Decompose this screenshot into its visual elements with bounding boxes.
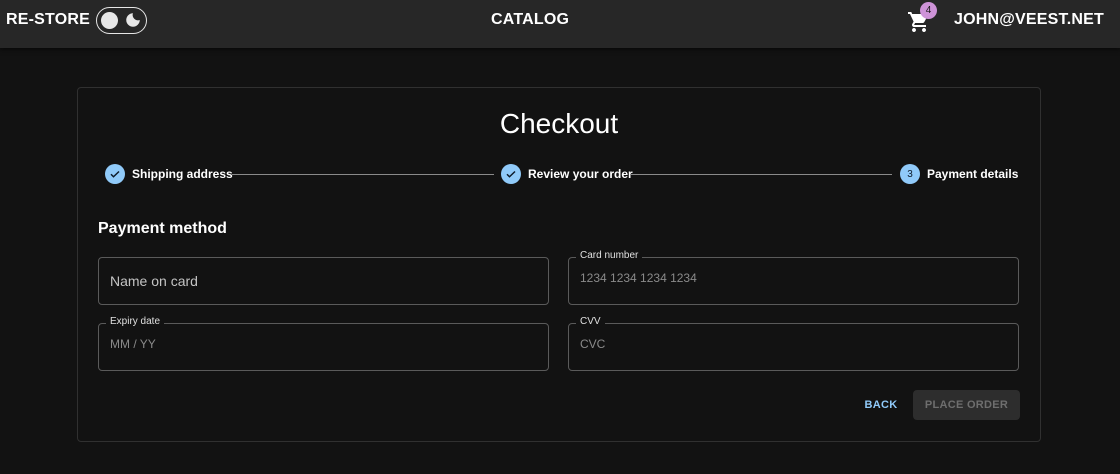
field-placeholder: 1234 1234 1234 1234: [580, 271, 697, 285]
field-label: Card number: [576, 250, 643, 261]
checkout-card: Checkout Shipping address Review your or…: [77, 87, 1041, 442]
field-label: Name on card: [110, 273, 198, 289]
cart-count-badge: 4: [920, 2, 937, 19]
page-title: Checkout: [499, 108, 619, 139]
step-review-order: Review your order: [501, 163, 633, 185]
card-number-field[interactable]: Card number 1234 1234 1234 1234: [568, 250, 1019, 305]
field-label: CVV: [576, 316, 605, 327]
moon-icon: [126, 13, 140, 27]
check-icon: [105, 164, 125, 184]
name-on-card-field[interactable]: Name on card: [98, 257, 549, 305]
user-menu[interactable]: JOHN@VEEST.NET: [954, 11, 1104, 29]
check-icon: [501, 164, 521, 184]
field-placeholder: MM / YY: [110, 337, 156, 351]
expiry-date-field[interactable]: Expiry date MM / YY: [98, 316, 549, 371]
field-label: Expiry date: [106, 316, 165, 327]
app-bar: RE-STORE CATALOG 4 JOHN@VEEST.NET: [0, 0, 1120, 48]
step-shipping-address: Shipping address: [105, 163, 233, 185]
brand-logo[interactable]: RE-STORE: [6, 11, 90, 29]
step-connector: [630, 174, 892, 175]
step-connector: [232, 174, 494, 175]
theme-toggle-switch[interactable]: [96, 7, 147, 34]
back-button[interactable]: BACK: [856, 390, 906, 420]
nav-link-catalog[interactable]: CATALOG: [491, 11, 569, 29]
place-order-button[interactable]: PLACE ORDER: [913, 390, 1020, 420]
step-label: Shipping address: [132, 167, 233, 181]
step-number-badge: 3: [900, 164, 920, 184]
step-label: Review your order: [528, 167, 633, 181]
step-payment-details: 3 Payment details: [900, 163, 1018, 185]
field-placeholder: CVC: [580, 337, 606, 351]
switch-knob: [101, 12, 118, 29]
section-title: Payment method: [98, 220, 227, 237]
cvv-field[interactable]: CVV CVC: [568, 316, 1019, 371]
step-label: Payment details: [927, 167, 1019, 181]
